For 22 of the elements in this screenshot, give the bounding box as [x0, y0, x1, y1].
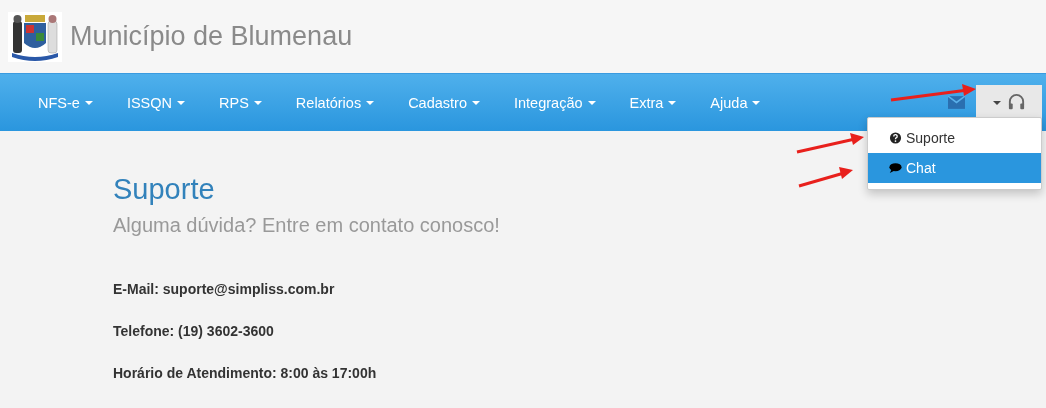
contact-info-text: Telefone: (19) 3602-3600 [113, 323, 274, 339]
annotation-arrow [796, 133, 864, 154]
dropdown-item[interactable]: Chat [868, 153, 1041, 183]
annotation-arrow [798, 167, 853, 188]
contact-info-text: Horário de Atendimento: 8:00 às 17:00h [113, 365, 377, 381]
nav-menu-item[interactable]: Integração [514, 94, 596, 111]
nav-menu-item[interactable]: Ajuda [710, 94, 761, 111]
page-subtitle: Alguma dúvida? Entre em contato conosco! [113, 214, 500, 237]
dropdown-item[interactable]: Suporte [868, 123, 1041, 153]
nav-menu-item[interactable]: RPS [219, 94, 262, 111]
nav-menu-item[interactable]: Relatórios [295, 94, 375, 111]
nav-menu-item[interactable]: NFS-e [38, 94, 93, 111]
nav-menu-item[interactable]: Extra [629, 94, 677, 111]
nav-menu-item[interactable]: Cadastro [408, 94, 480, 111]
page-title: Suporte [113, 173, 215, 206]
question-icon [889, 132, 902, 144]
city-crest-icon [8, 11, 62, 62]
headset-icon [1006, 93, 1026, 112]
contact-info-text: E-Mail: suporte@simpliss.com.br [113, 281, 335, 297]
site-title: Município de Blumenau [70, 21, 353, 52]
speech-bubble-icon [889, 162, 902, 174]
nav-menu-item[interactable]: ISSQN [126, 94, 186, 111]
